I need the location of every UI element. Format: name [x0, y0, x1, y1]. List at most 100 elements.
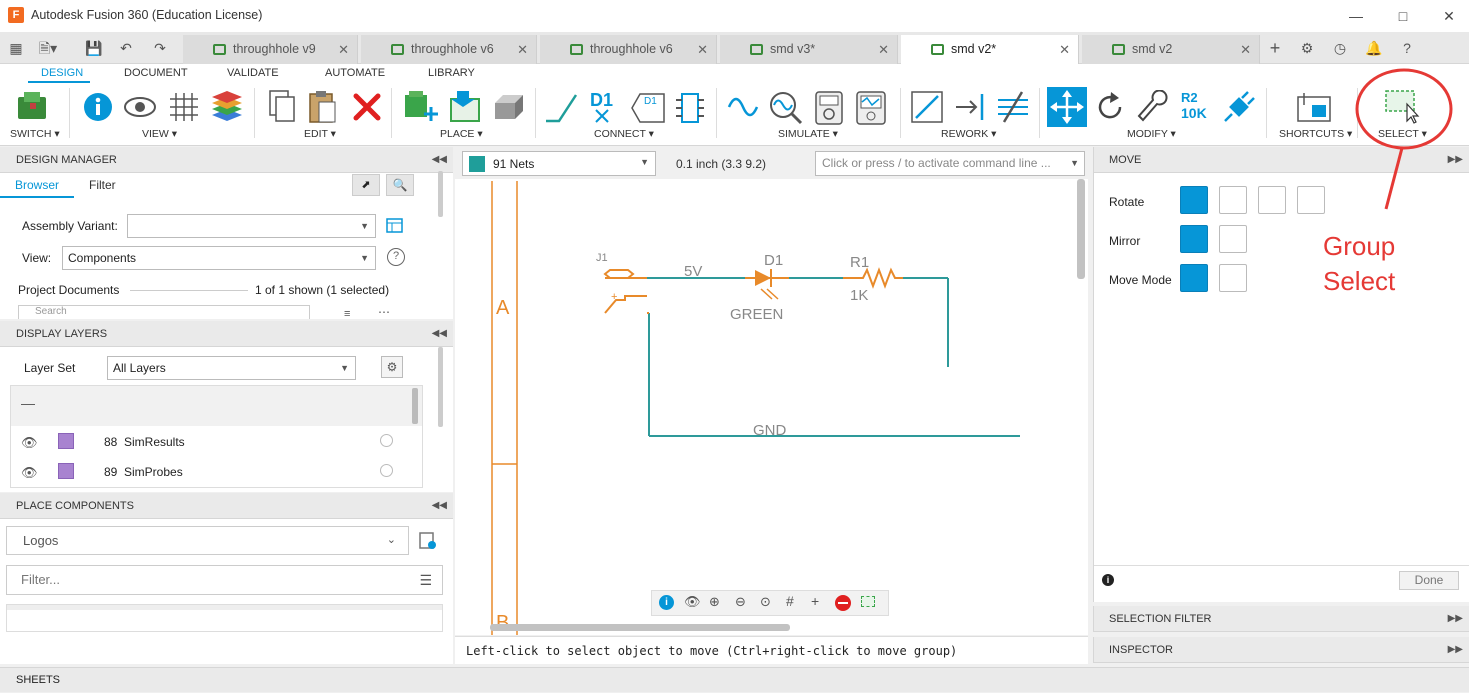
- value-tool-r2[interactable]: R2: [1181, 90, 1198, 105]
- close-tab-icon[interactable]: ✕: [878, 35, 889, 64]
- rotate-option-90[interactable]: [1219, 186, 1247, 214]
- view-select[interactable]: Components ▼: [62, 246, 376, 270]
- place-component-icon[interactable]: [403, 89, 439, 123]
- expand-icon[interactable]: ▶▶: [1448, 606, 1463, 632]
- zoom-fit-icon[interactable]: ⊙: [760, 594, 771, 610]
- place-3d-package-icon[interactable]: [491, 89, 527, 123]
- delete-icon[interactable]: [351, 91, 383, 123]
- name-tool-icon[interactable]: [592, 108, 618, 124]
- file-menu-icon[interactable]: 🗎▾: [38, 38, 58, 58]
- info-icon[interactable]: i: [659, 595, 674, 610]
- extensions-icon[interactable]: ⚙: [1297, 38, 1317, 58]
- zoom-out-icon[interactable]: ⊖: [735, 594, 746, 610]
- info-icon[interactable]: [82, 91, 114, 123]
- more-icon[interactable]: ⋯: [378, 305, 390, 319]
- close-icon[interactable]: ✕: [1439, 6, 1459, 26]
- stop-icon[interactable]: [835, 595, 851, 611]
- new-tab-icon[interactable]: +: [1265, 38, 1285, 58]
- net-wires[interactable]: [647, 277, 1020, 437]
- rework-ripup-icon[interactable]: [996, 90, 1030, 124]
- help-icon[interactable]: ?: [1397, 38, 1417, 58]
- rotate-option-180[interactable]: [1258, 186, 1286, 214]
- save-icon[interactable]: 💾: [84, 38, 104, 58]
- resistor-r1[interactable]: [843, 267, 903, 289]
- gear-icon[interactable]: ⚙: [381, 356, 403, 378]
- ribbon-tab-document[interactable]: DOCUMENT: [124, 67, 188, 79]
- close-tab-icon[interactable]: ✕: [338, 35, 349, 64]
- zoom-in-icon[interactable]: ⊕: [709, 594, 720, 610]
- layers-icon[interactable]: [210, 89, 244, 123]
- group-shortcuts[interactable]: SHORTCUTS ▾: [1279, 128, 1352, 140]
- label-tag-icon[interactable]: D1: [630, 90, 666, 124]
- info-icon[interactable]: i: [1102, 574, 1114, 586]
- group-connect[interactable]: CONNECT ▾: [594, 128, 654, 140]
- scrollbar[interactable]: [438, 171, 443, 217]
- redo-icon[interactable]: ↷: [150, 38, 170, 58]
- close-tab-icon[interactable]: ✕: [697, 35, 708, 64]
- multimeter-icon[interactable]: [812, 90, 848, 126]
- led-d1[interactable]: [745, 269, 789, 300]
- close-tab-icon[interactable]: ✕: [1059, 35, 1070, 64]
- schematic-drawing[interactable]: A B J1 + D1 GREEN 5V R1 1K GND: [455, 179, 1088, 635]
- plug-icon[interactable]: [1222, 90, 1256, 124]
- maximize-icon[interactable]: □: [1393, 6, 1413, 26]
- collapse-icon[interactable]: ◀◀: [432, 493, 447, 519]
- layer-color-swatch[interactable]: [58, 463, 74, 479]
- minimize-icon[interactable]: —: [1346, 6, 1366, 26]
- help-icon[interactable]: ?: [387, 248, 405, 266]
- schematic-canvas[interactable]: A B J1 + D1 GREEN 5V R1 1K GND i 👁 ⊕ ⊖ ⊙…: [455, 179, 1088, 635]
- group-switch[interactable]: SWITCH ▾: [10, 128, 60, 140]
- sheets-bar[interactable]: SHEETS: [0, 667, 1469, 692]
- net-wire-icon[interactable]: [543, 89, 579, 125]
- ribbon-tab-validate[interactable]: VALIDATE: [227, 67, 279, 79]
- grid-icon[interactable]: [168, 91, 200, 123]
- rotate-icon[interactable]: [1093, 90, 1127, 124]
- probe-magnify-icon[interactable]: [768, 90, 804, 126]
- command-line-input[interactable]: Click or press / to activate command lin…: [815, 151, 1085, 176]
- toggle-all-dash[interactable]: —: [21, 395, 35, 411]
- doc-tab[interactable]: smd v3* ✕: [720, 35, 898, 64]
- done-button[interactable]: Done: [1399, 571, 1459, 590]
- layer-radio[interactable]: [380, 434, 393, 447]
- library-select[interactable]: Logos ⌄: [6, 526, 409, 555]
- vertical-scrollbar[interactable]: [1077, 179, 1085, 279]
- place-design-block-icon[interactable]: [447, 89, 483, 123]
- mirror-on-option[interactable]: [1219, 225, 1247, 253]
- eye-icon[interactable]: [122, 91, 158, 123]
- design-manager-header[interactable]: DESIGN MANAGER ◀◀: [0, 147, 453, 173]
- layer-color-swatch[interactable]: [58, 433, 74, 449]
- collapse-icon[interactable]: ◀◀: [432, 147, 447, 173]
- search-input[interactable]: Search: [18, 305, 310, 319]
- paste-icon[interactable]: [307, 89, 339, 125]
- scrollbar[interactable]: [438, 347, 443, 427]
- selection-filter-header[interactable]: SELECTION FILTER ▶▶: [1093, 606, 1469, 632]
- rotate-option-270[interactable]: [1297, 186, 1325, 214]
- sine-wave-icon[interactable]: [727, 91, 759, 123]
- ribbon-tab-automate[interactable]: AUTOMATE: [325, 67, 385, 79]
- place-components-header[interactable]: PLACE COMPONENTS ◀◀: [0, 493, 453, 519]
- filter-input[interactable]: Filter... ☰: [6, 565, 443, 595]
- crosshair-icon[interactable]: +: [811, 593, 819, 609]
- doc-tab[interactable]: throughhole v9 ✕: [183, 35, 358, 64]
- job-status-icon[interactable]: ◷: [1330, 38, 1350, 58]
- mirror-off-option[interactable]: [1180, 225, 1208, 253]
- inspector-header[interactable]: INSPECTOR ▶▶: [1093, 637, 1469, 663]
- group-edit[interactable]: EDIT ▾: [304, 128, 336, 140]
- filter-settings-icon[interactable]: ☰: [419, 566, 432, 594]
- net-class-select[interactable]: 91 Nets ▼: [462, 151, 656, 176]
- group-select-icon[interactable]: [861, 596, 875, 607]
- display-layers-header[interactable]: DISPLAY LAYERS ◀◀: [0, 321, 453, 347]
- search-icon[interactable]: 🔍: [386, 174, 414, 196]
- ribbon-tab-design[interactable]: DESIGN: [41, 67, 83, 79]
- list-view-icon[interactable]: ≡: [344, 308, 350, 320]
- scrollbar[interactable]: [412, 388, 418, 424]
- move-icon[interactable]: [1047, 87, 1087, 127]
- doc-tab[interactable]: smd v2 ✕: [1082, 35, 1260, 64]
- wrench-icon[interactable]: [1135, 90, 1169, 124]
- doc-tab[interactable]: throughhole v6 ✕: [361, 35, 537, 64]
- group-place[interactable]: PLACE ▾: [440, 128, 483, 140]
- notifications-icon[interactable]: 🔔: [1364, 38, 1384, 58]
- group-modify[interactable]: MODIFY ▾: [1127, 128, 1176, 140]
- rework-split-icon[interactable]: [954, 90, 988, 124]
- select-in-canvas-icon[interactable]: ⬈: [352, 174, 380, 196]
